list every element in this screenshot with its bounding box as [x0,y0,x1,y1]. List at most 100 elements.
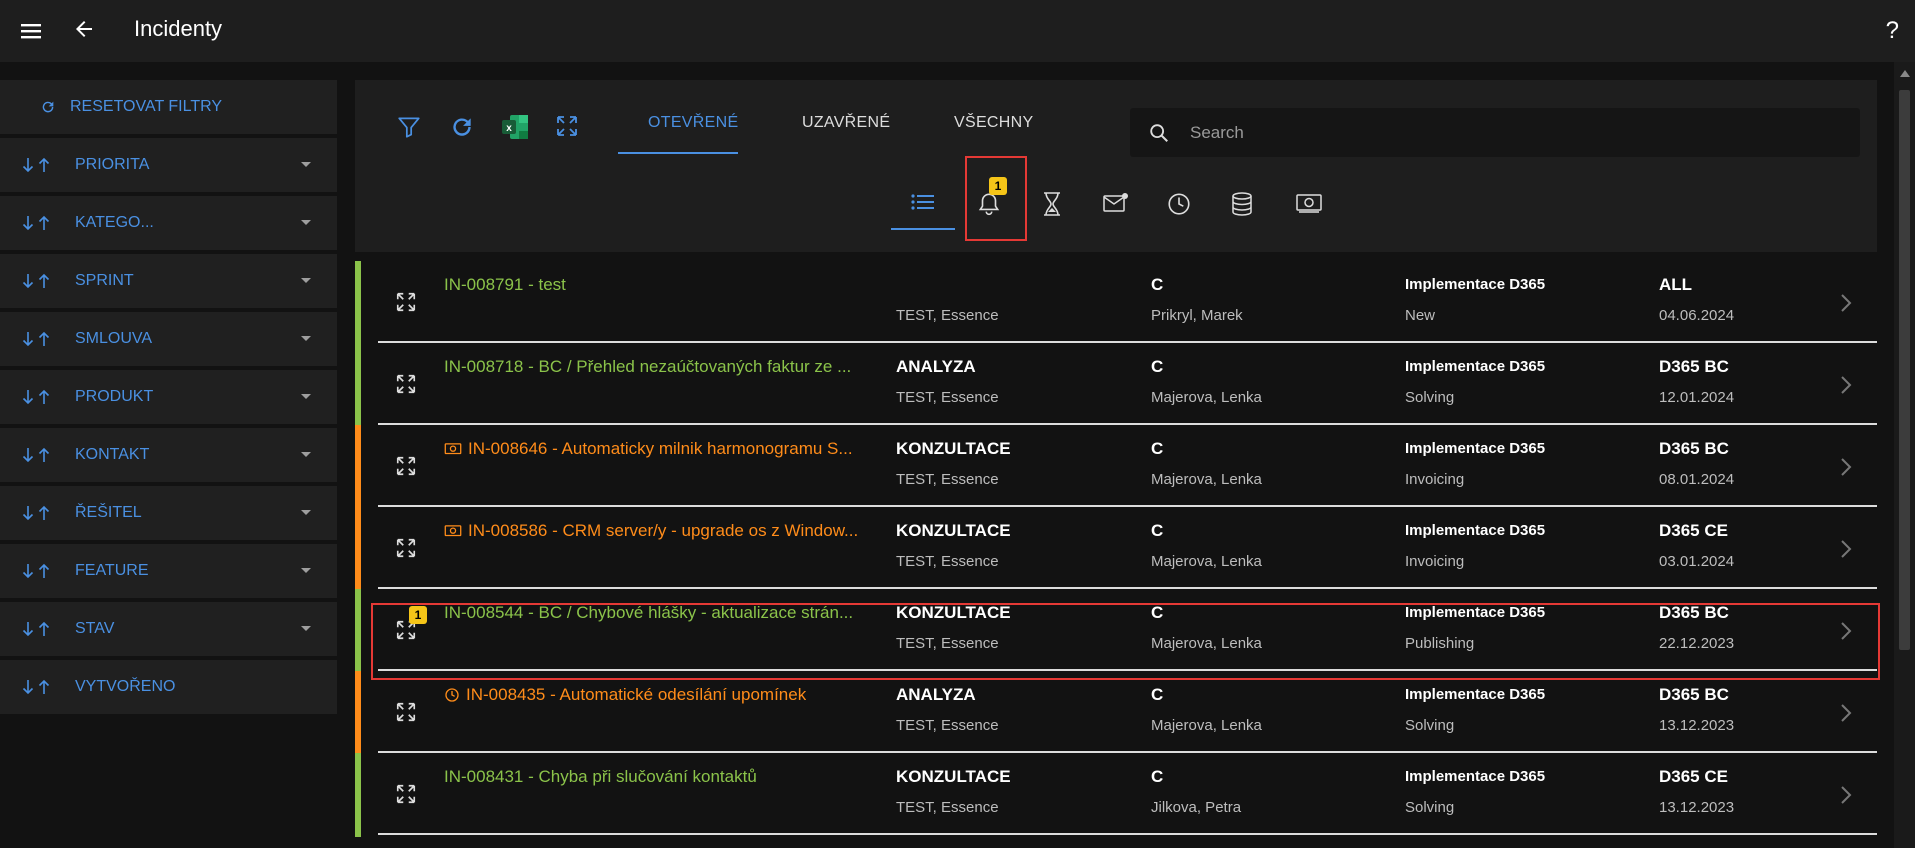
priority: C [1151,767,1164,786]
dropdown-caret-icon[interactable] [301,626,311,631]
category: KONZULTACE [896,767,1011,786]
sort-arrows-icon[interactable] [22,621,75,637]
sort-arrows-icon[interactable] [22,563,75,579]
database-icon[interactable] [1230,191,1254,222]
sort-arrows-icon[interactable] [22,331,75,347]
menu-icon[interactable] [20,20,42,47]
status-stripe [355,753,361,837]
filter-item[interactable]: PRIORITA [0,138,337,192]
filter-item[interactable]: ŘEŠITEL [0,486,337,540]
bell-icon[interactable] [976,191,1002,222]
filter-icon[interactable] [396,114,422,145]
owner: Majerova, Lenka [1151,717,1262,734]
sort-arrows-icon[interactable] [22,679,75,695]
expand-icon[interactable] [395,455,417,482]
date: 04.06.2024 [1659,307,1735,324]
dropdown-caret-icon[interactable] [301,336,311,341]
filter-item[interactable]: KONTAKT [0,428,337,482]
filter-item[interactable]: SMLOUVA [0,312,337,366]
date: 08.01.2024 [1659,471,1735,488]
status: Invoicing [1405,553,1465,570]
filter-label: KATEGO... [75,214,154,231]
table-row[interactable]: IN-008791 - test TEST, Essence C Prikryl, M… [355,261,1877,345]
reset-filters-button[interactable]: RESETOVAT FILTRY [0,80,337,134]
sort-arrows-icon[interactable] [22,447,75,463]
expand-icon[interactable] [395,701,417,728]
filter-item[interactable]: STAV [0,602,337,656]
mail-icon[interactable] [1102,191,1130,220]
incident-title-link[interactable]: IN-008586 - CRM server/y - upgrade os z … [444,521,884,541]
incident-title-link[interactable]: IN-008435 - Automatické odesílání upomín… [444,685,884,705]
chevron-right-icon[interactable] [1840,539,1852,564]
incident-title-link[interactable]: IN-008431 - Chyba při slučování kontaktů [444,767,884,787]
expand-icon[interactable] [395,783,417,810]
sort-arrows-icon[interactable] [22,215,75,231]
project: Implementace D365 [1405,604,1546,621]
scrollbar[interactable] [1894,62,1915,848]
filter-item[interactable]: SPRINT [0,254,337,308]
chevron-right-icon[interactable] [1840,785,1852,810]
expand-icon[interactable] [395,537,417,564]
hourglass-icon[interactable] [1041,191,1063,222]
filter-item[interactable]: PRODUKT [0,370,337,424]
filter-item[interactable]: FEATURE [0,544,337,598]
incident-title-link[interactable]: IN-008544 - BC / Chybové hlášky - aktual… [444,603,884,623]
table-row[interactable]: IN-008431 - Chyba při slučování kontaktů… [355,753,1877,837]
sort-arrows-icon[interactable] [22,157,75,173]
dropdown-caret-icon[interactable] [301,394,311,399]
expand-icon[interactable] [395,373,417,400]
dropdown-caret-icon[interactable] [301,452,311,457]
dropdown-caret-icon[interactable] [301,510,311,515]
filter-label: ŘEŠITEL [75,504,142,521]
status-stripe [355,261,361,345]
sort-arrows-icon[interactable] [22,389,75,405]
customer: TEST, Essence [896,799,999,816]
active-tab-indicator [618,152,738,154]
date: 12.01.2024 [1659,389,1735,406]
incident-title: IN-008435 - Automatické odesílání upomín… [466,685,807,704]
scrollbar-thumb[interactable] [1899,90,1910,650]
filter-label: PRODUKT [75,388,154,405]
money-icon[interactable] [1295,191,1323,220]
filter-item[interactable]: KATEGO... [0,196,337,250]
table-row[interactable]: IN-008718 - BC / Přehled nezaúčtovaných … [355,343,1877,427]
filter-item[interactable]: VYTVOŘENO [0,660,337,714]
expand-icon[interactable] [555,114,579,143]
tab-uzavrene[interactable]: UZAVŘENÉ [802,114,890,132]
expand-icon[interactable] [395,291,417,318]
sort-arrows-icon[interactable] [22,505,75,521]
table-row[interactable]: IN-008646 - Automaticky milnik harmonogr… [355,425,1877,509]
refresh-icon[interactable] [449,114,475,145]
incident-title-link[interactable]: IN-008718 - BC / Přehled nezaúčtovaných … [444,357,884,377]
sort-arrows-icon[interactable] [22,273,75,289]
status-stripe [355,507,361,591]
incident-title-link[interactable]: IN-008791 - test [444,275,884,295]
dropdown-caret-icon[interactable] [301,220,311,225]
chevron-right-icon[interactable] [1840,375,1852,400]
dropdown-caret-icon[interactable] [301,162,311,167]
dropdown-caret-icon[interactable] [301,278,311,283]
priority: C [1151,685,1164,704]
toolbar-panel: x OTEVŘENÉ UZAVŘENÉ VŠECHNY 1 [355,80,1877,252]
table-row[interactable]: IN-008586 - CRM server/y - upgrade os z … [355,507,1877,591]
back-arrow-icon[interactable] [72,17,96,46]
chevron-right-icon[interactable] [1840,293,1852,318]
excel-export-icon[interactable]: x [501,114,529,145]
tab-otevrene[interactable]: OTEVŘENÉ [648,114,738,132]
table-row[interactable]: 1 IN-008544 - BC / Chybové hlášky - aktua… [355,589,1877,673]
tab-vsechny[interactable]: VŠECHNY [954,114,1033,132]
chevron-right-icon[interactable] [1840,621,1852,646]
dropdown-caret-icon[interactable] [301,568,311,573]
chevron-right-icon[interactable] [1840,457,1852,482]
list-view-icon[interactable] [910,191,936,218]
help-icon[interactable]: ? [1886,17,1899,45]
refresh-icon [42,101,54,113]
search-input[interactable] [1190,108,1830,157]
project: Implementace D365 [1405,276,1546,293]
chevron-right-icon[interactable] [1840,703,1852,728]
scroll-up-icon[interactable] [1900,70,1910,77]
table-row[interactable]: IN-008435 - Automatické odesílání upomín… [355,671,1877,755]
clock-icon[interactable] [1166,191,1192,222]
incident-title-link[interactable]: IN-008646 - Automaticky milnik harmonogr… [444,439,884,459]
status: Solving [1405,389,1455,406]
